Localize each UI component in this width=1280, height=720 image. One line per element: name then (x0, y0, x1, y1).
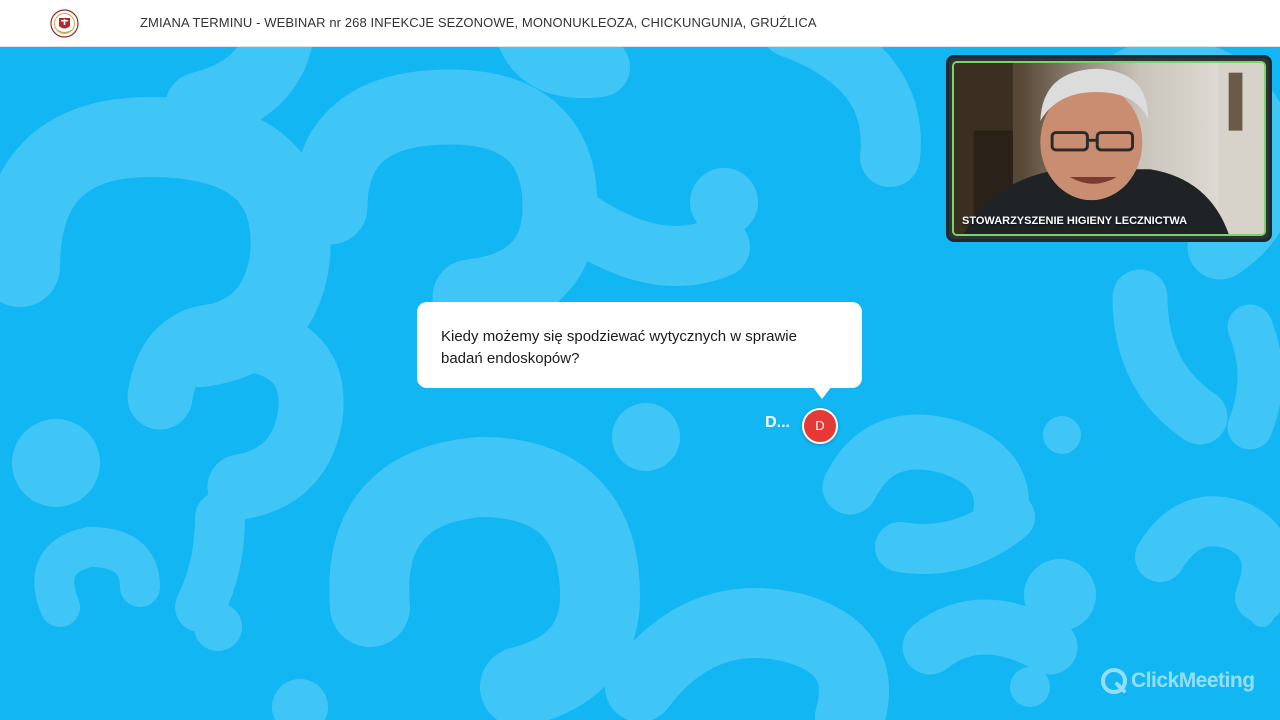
watermark-text: ClickMeeting (1131, 669, 1255, 692)
question-bubble: Kiedy możemy się spodziewać wytycznych w… (417, 302, 862, 388)
clickmeeting-logo-icon (1101, 668, 1127, 694)
participant-name: STOWARZYSZENIE HIGIENY LECZNICTWA (962, 215, 1188, 227)
question-bubble-tail (812, 386, 832, 399)
top-bar: ZMIANA TERMINU - WEBINAR nr 268 INFEKCJE… (0, 0, 1280, 47)
participant-video[interactable]: STOWARZYSZENIE HIGIENY LECZNICTWA (946, 55, 1272, 242)
question-text: Kiedy możemy się spodziewać wytycznych w… (441, 328, 797, 367)
webinar-title: ZMIANA TERMINU - WEBINAR nr 268 INFEKCJE… (140, 15, 817, 30)
asker-name: D... (765, 414, 790, 431)
logo-icon (50, 9, 79, 38)
asker-avatar: D (802, 408, 838, 444)
video-frame: STOWARZYSZENIE HIGIENY LECZNICTWA (952, 61, 1266, 236)
speaker-silhouette (954, 63, 1264, 234)
clickmeeting-watermark: ClickMeeting (1100, 666, 1255, 696)
